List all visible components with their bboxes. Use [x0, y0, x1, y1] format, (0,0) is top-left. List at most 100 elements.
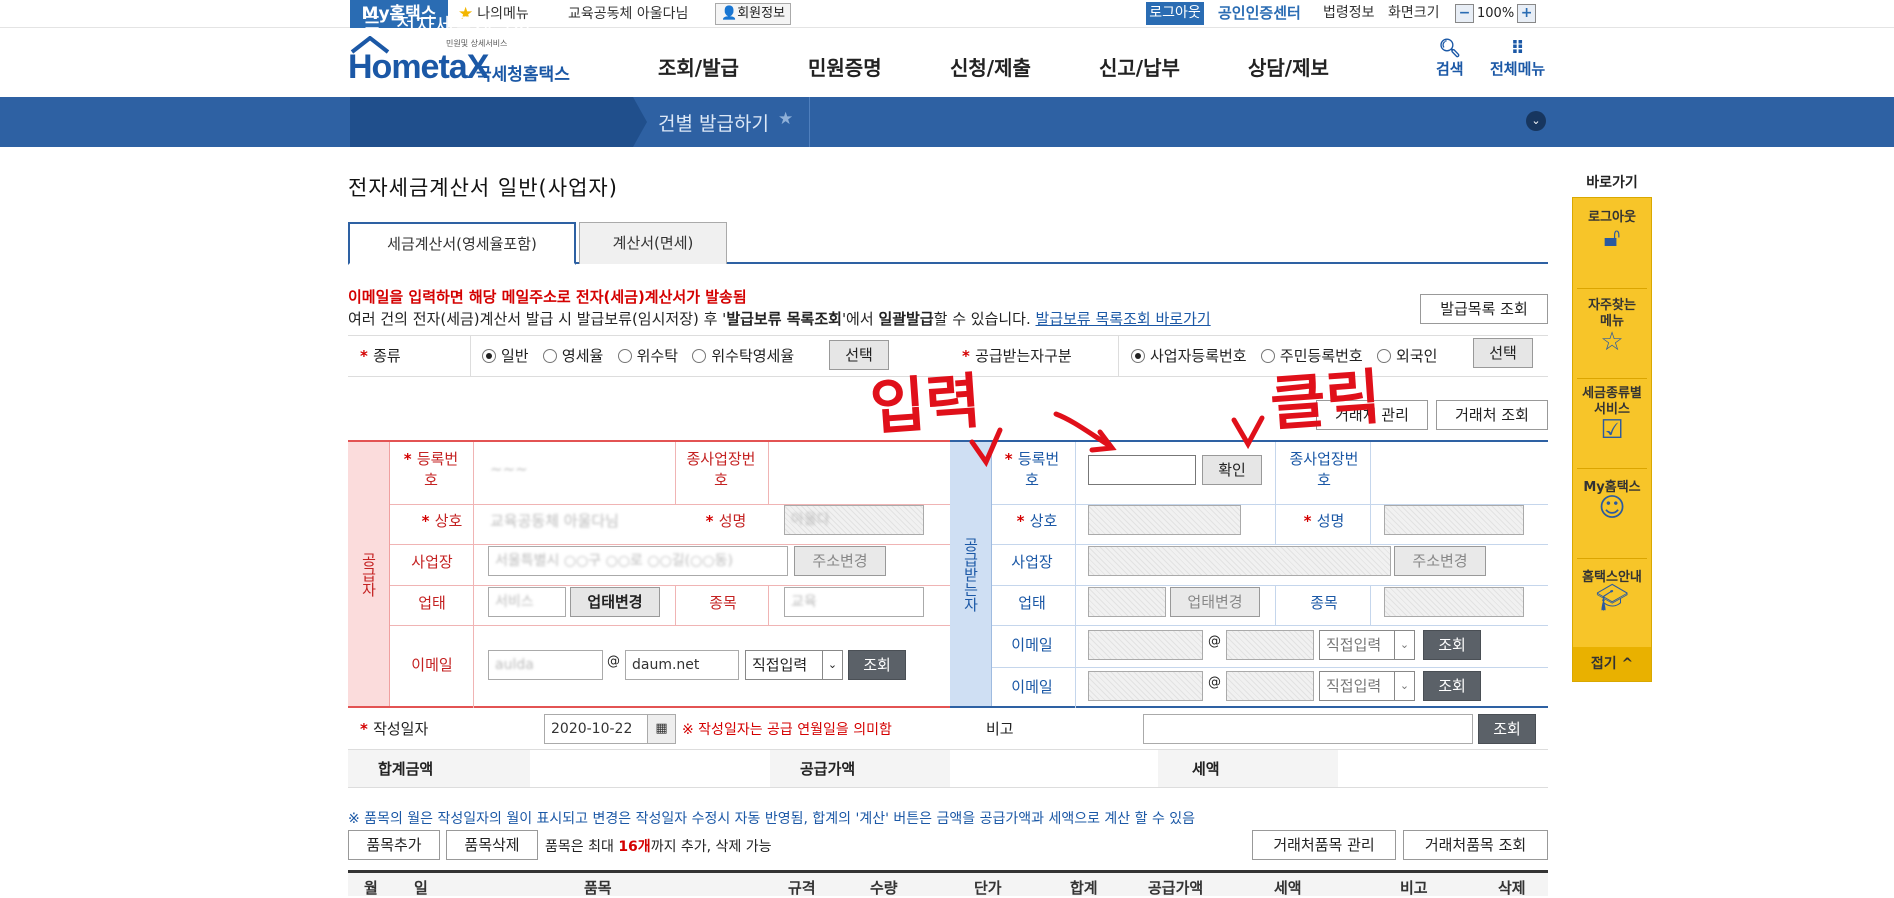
grid-line — [390, 625, 950, 626]
supplier-email-domain[interactable]: daum.net — [625, 650, 739, 680]
receiver-email2-id[interactable] — [1088, 671, 1203, 701]
radio-general[interactable]: 일반 — [482, 347, 529, 365]
supplier-item-field[interactable]: 교육 — [784, 587, 924, 617]
quick-links-collapse[interactable]: 접기 ^ — [1573, 647, 1651, 681]
supplier-name-label: * 상호 — [421, 512, 463, 530]
menu-selector[interactable] — [350, 97, 633, 147]
supplier-item-value: 교육 — [791, 594, 817, 610]
tab-tax-invoice[interactable]: 세금계산서(영세율포함) — [348, 222, 576, 265]
user-name: 교육공동체 아울다님 — [568, 6, 689, 22]
supplier-biztype-change-button[interactable]: 업태변경 — [570, 587, 660, 617]
receiver-email2-domain[interactable] — [1226, 671, 1314, 701]
supplier-email-select[interactable]: 직접입력 ⌄ — [745, 650, 843, 680]
nav-consult[interactable]: 상담/제보 — [1248, 52, 1329, 81]
email-select-value: 직접입력 — [752, 656, 808, 674]
radio-zero-rate[interactable]: 영세율 — [542, 347, 603, 365]
remark-label: 비고 — [986, 720, 1014, 738]
nav-inquiry-issue[interactable]: 조회/발급 — [658, 52, 739, 81]
search-button[interactable]: 🔍︎ 검색 — [1436, 40, 1464, 79]
items-table-header: 월 일 품목 규격 수량 단가 합계 공급가액 세액 비고 삭제 — [348, 870, 1548, 897]
chevron-down-icon[interactable]: ⌄ — [1526, 111, 1546, 131]
col-delete: 삭제 — [1498, 879, 1526, 897]
cert-center-link[interactable]: 공인인증센터 — [1218, 0, 1301, 27]
radio-consign-zero[interactable]: 위수탁영세율 — [692, 347, 794, 365]
partner-query-button[interactable]: 거래처 조회 — [1436, 400, 1548, 430]
partner-item-query-button[interactable]: 거래처품목 조회 — [1403, 830, 1548, 860]
logout-button[interactable]: 로그아웃 — [1146, 2, 1204, 25]
radio-biz-no[interactable]: 사업자등록번호 — [1131, 347, 1247, 365]
quick-links-panel: 바로가기 로그아웃 🔓︎ 자주찾는 메뉴 ☆ 세금종류별 서비스 ☑ My홈택스 ☺ 홈… — [1572, 172, 1652, 684]
notice-bold-2: 일괄발급 — [878, 310, 934, 328]
radio-consign[interactable]: 위수탁 — [617, 347, 678, 365]
quick-links-box: 로그아웃 🔓︎ 자주찾는 메뉴 ☆ 세금종류별 서비스 ☑ My홈택스 ☺ 홈택스안내 🎓… — [1572, 197, 1652, 682]
search-icon: 🔍︎ — [1438, 38, 1462, 59]
quick-logout[interactable]: 로그아웃 🔓︎ — [1573, 210, 1651, 251]
zoom-in-button[interactable]: + — [1517, 4, 1537, 23]
remark-query-button[interactable]: 조회 — [1478, 714, 1536, 744]
supplier-addr-change-button[interactable]: 주소변경 — [794, 546, 886, 576]
radio-foreigner[interactable]: 외국인 — [1377, 347, 1437, 365]
receiver-biztype-label: 업태 — [1018, 594, 1046, 612]
quick-tax-label: 세금종류별 서비스 — [1582, 386, 1642, 417]
quick-guide[interactable]: 홈택스안내 🎓︎ — [1573, 570, 1651, 611]
law-info-link[interactable]: 법령정보 — [1323, 0, 1375, 27]
receiver-biztype-change-button[interactable]: 업태변경 — [1170, 587, 1260, 617]
partner-item-manage-button[interactable]: 거래처품목 관리 — [1252, 830, 1396, 860]
quick-frequent-label: 자주찾는 메뉴 — [1588, 298, 1636, 329]
col-remark: 비고 — [1400, 879, 1428, 897]
items-note: ※ 품목의 월은 작성일자의 월이 표시되고 변경은 작성일자 수정시 자동 반… — [348, 811, 1196, 827]
receiver-email2-query-button[interactable]: 조회 — [1423, 671, 1481, 701]
supplier-email-id[interactable]: aulda — [488, 650, 603, 680]
receiver-side-label: 공급받는자 — [950, 442, 992, 706]
caret-down-icon: ▼ — [604, 14, 614, 29]
remark-input[interactable] — [1143, 714, 1473, 744]
date-input[interactable]: 2020-10-22 ▦ — [544, 714, 676, 744]
receiver-email1-select[interactable]: 직접입력 ⌄ — [1319, 630, 1415, 660]
calendar-icon[interactable]: ▦ — [647, 715, 675, 743]
grid-line — [675, 442, 676, 504]
grid-line — [1275, 504, 1276, 544]
breadcrumb-menu[interactable]: 전자세금계산서 — [396, 10, 531, 40]
receiver-type-select-button[interactable]: 선택 — [1473, 338, 1533, 368]
quick-tax-service[interactable]: 세금종류별 서비스 ☑ — [1573, 386, 1651, 445]
grid-line — [1370, 504, 1371, 544]
supplier-addr-value: 서울특별시 ○○구 ○○로 ○○길(○○동) — [495, 553, 733, 569]
receiver-email1-domain[interactable] — [1226, 630, 1314, 660]
favorite-star-icon[interactable]: ★ — [778, 109, 793, 129]
tab-invoice[interactable]: 계산서(면세) — [579, 222, 727, 264]
nav-certificates[interactable]: 민원증명 — [808, 52, 882, 81]
grid-line — [768, 585, 769, 625]
receiver-email1-id[interactable] — [1088, 630, 1203, 660]
checkbox-icon: ☑ — [1600, 415, 1624, 445]
issue-list-button[interactable]: 발급목록 조회 — [1420, 294, 1548, 324]
member-info-button[interactable]: 👤회원정보 — [715, 3, 792, 25]
zoom-out-button[interactable]: − — [1455, 4, 1474, 23]
quick-links-title: 바로가기 — [1586, 175, 1638, 191]
hold-list-link[interactable]: 발급보류 목록조회 바로가기 — [1036, 310, 1211, 328]
supplier-reg-no: ~~~ — [490, 460, 528, 478]
receiver-addr-field — [1088, 546, 1391, 576]
all-menu-button[interactable]: ⠿ 전체메뉴 — [1490, 40, 1545, 79]
member-info-label: 회원정보 — [737, 6, 786, 21]
receiver-ceo-field — [1384, 505, 1524, 535]
hometax-logo[interactable]: 민원및 상세서비스 HometaX 국세청홈택스 — [348, 36, 578, 92]
quick-frequent-menu[interactable]: 자주찾는 메뉴 ☆ — [1573, 298, 1651, 355]
supplier-side-label: 공급자 — [348, 442, 390, 706]
quick-my-hometax[interactable]: My홈택스 ☺ — [1573, 480, 1651, 521]
breadcrumb-sub[interactable]: 건별 발급하기 — [658, 109, 769, 136]
email-select-value: 직접입력 — [1326, 636, 1382, 654]
nav-apply-submit[interactable]: 신청/제출 — [950, 52, 1031, 81]
supplier-branch-label: 종사업장번호 — [686, 450, 756, 489]
email-select-value: 직접입력 — [1326, 677, 1382, 695]
nav-report-pay[interactable]: 신고/납부 — [1099, 52, 1180, 81]
receiver-email2-select[interactable]: 직접입력 ⌄ — [1319, 671, 1415, 701]
delete-item-button[interactable]: 품목삭제 — [446, 830, 538, 860]
supplier-email-query-button[interactable]: 조회 — [848, 650, 906, 680]
supply-header-bg — [770, 750, 950, 787]
supplier-ceo-field: 아울다 — [784, 505, 924, 535]
type-radio-group: 일반 영세율 위수탁 위수탁영세율 — [482, 345, 794, 366]
receiver-email1-query-button[interactable]: 조회 — [1423, 630, 1481, 660]
col-sum: 합계 — [1070, 879, 1098, 897]
receiver-addr-change-button[interactable]: 주소변경 — [1394, 546, 1486, 576]
add-item-button[interactable]: 품목추가 — [348, 830, 440, 860]
